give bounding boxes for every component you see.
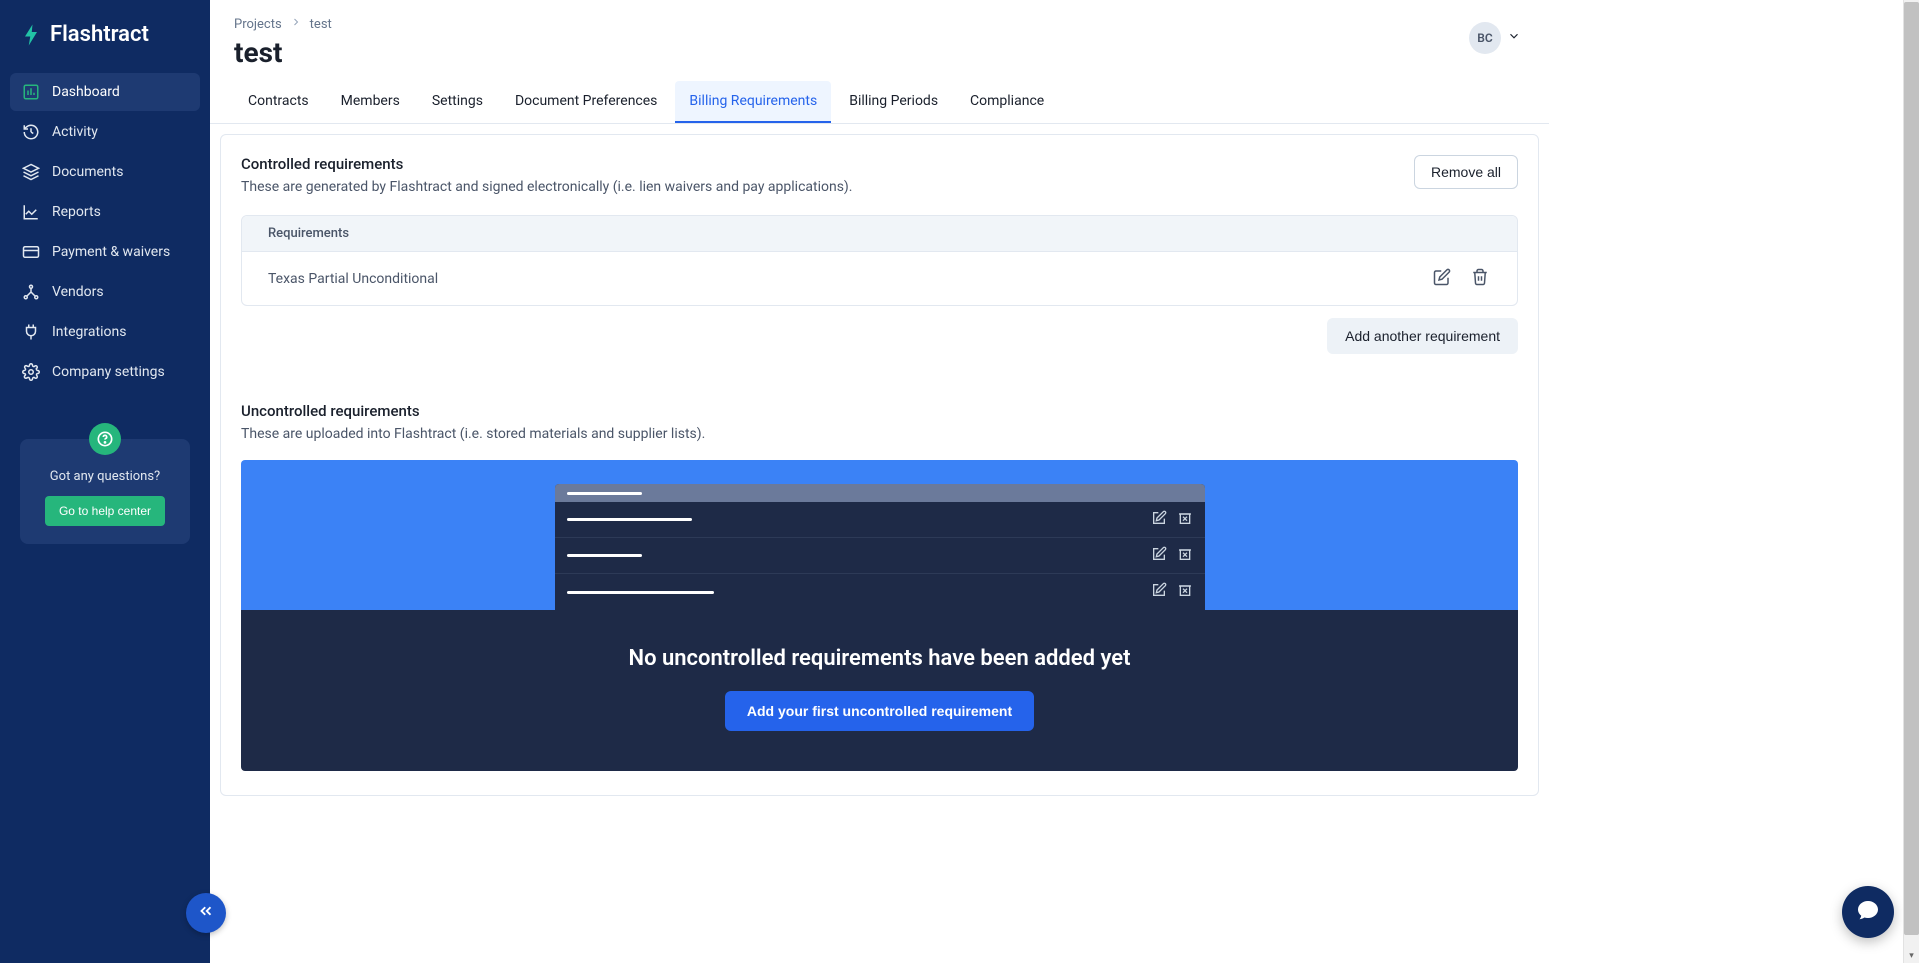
controlled-table: Requirements Texas Partial Unconditional xyxy=(241,215,1518,306)
collapse-sidebar-button[interactable] xyxy=(186,893,226,933)
nav-payment-waivers[interactable]: Payment & waivers xyxy=(10,233,200,271)
nav-activity[interactable]: Activity xyxy=(10,113,200,151)
delete-icon xyxy=(1177,510,1193,530)
empty-state-illustration xyxy=(241,460,1518,610)
nav-label: Integrations xyxy=(52,324,126,340)
page-title: test xyxy=(234,36,332,69)
edit-icon xyxy=(1433,274,1451,289)
controlled-desc: These are generated by Flashtract and si… xyxy=(241,179,853,195)
add-first-uncontrolled-button[interactable]: Add your first uncontrolled requirement xyxy=(725,691,1034,731)
edit-requirement-button[interactable] xyxy=(1431,266,1453,291)
logo-text: Flashtract xyxy=(50,22,149,47)
empty-state-title: No uncontrolled requirements have been a… xyxy=(261,646,1498,671)
nav-documents[interactable]: Documents xyxy=(10,153,200,191)
breadcrumb: Projects test xyxy=(234,16,332,32)
bar-chart-icon xyxy=(22,83,40,101)
scrollbar-thumb[interactable] xyxy=(1904,2,1919,935)
help-question-text: Got any questions? xyxy=(36,469,174,484)
nav-reports[interactable]: Reports xyxy=(10,193,200,231)
credit-card-icon xyxy=(22,243,40,261)
tab-billing-requirements[interactable]: Billing Requirements xyxy=(675,81,831,123)
logo-icon xyxy=(22,26,40,44)
tab-members[interactable]: Members xyxy=(327,81,414,123)
breadcrumb-current: test xyxy=(310,17,332,32)
sidebar: Flashtract Dashboard Activity Documents xyxy=(0,0,210,963)
main-content: Projects test test BC Contracts Members … xyxy=(210,0,1549,963)
nav-label: Payment & waivers xyxy=(52,244,170,260)
scroll-down-arrow-icon[interactable]: ▾ xyxy=(1904,951,1919,961)
chevron-down-icon xyxy=(1507,29,1521,47)
nav-label: Activity xyxy=(52,124,98,140)
layers-icon xyxy=(22,163,40,181)
nav-label: Documents xyxy=(52,164,123,180)
remove-all-button[interactable]: Remove all xyxy=(1414,155,1518,189)
edit-icon xyxy=(1151,582,1167,602)
delete-icon xyxy=(1177,582,1193,602)
nav-vendors[interactable]: Vendors xyxy=(10,273,200,311)
history-icon xyxy=(22,123,40,141)
breadcrumb-projects[interactable]: Projects xyxy=(234,17,282,32)
gear-icon xyxy=(22,363,40,381)
help-icon xyxy=(89,423,121,455)
logo[interactable]: Flashtract xyxy=(0,0,210,65)
tab-contracts[interactable]: Contracts xyxy=(234,81,323,123)
table-row: Texas Partial Unconditional xyxy=(242,251,1517,305)
nav: Dashboard Activity Documents Reports xyxy=(0,65,210,399)
tab-settings[interactable]: Settings xyxy=(418,81,497,123)
chevrons-left-icon xyxy=(197,902,215,924)
browser-scrollbar[interactable]: ▾ xyxy=(1903,0,1919,963)
chevron-right-icon xyxy=(290,16,302,32)
uncontrolled-desc: These are uploaded into Flashtract (i.e.… xyxy=(241,426,1518,442)
requirement-name: Texas Partial Unconditional xyxy=(268,271,438,287)
nav-label: Company settings xyxy=(52,364,165,380)
chat-fab[interactable] xyxy=(1842,886,1894,938)
help-center-button[interactable]: Go to help center xyxy=(45,496,165,526)
edit-icon xyxy=(1151,510,1167,530)
edit-icon xyxy=(1151,546,1167,566)
nav-label: Dashboard xyxy=(52,84,120,100)
nav-label: Reports xyxy=(52,204,101,220)
add-another-requirement-button[interactable]: Add another requirement xyxy=(1327,318,1518,354)
requirements-card: Controlled requirements These are genera… xyxy=(220,134,1539,796)
nav-integrations[interactable]: Integrations xyxy=(10,313,200,351)
delete-requirement-button[interactable] xyxy=(1469,266,1491,291)
delete-icon xyxy=(1177,546,1193,566)
controlled-table-header: Requirements xyxy=(242,216,1517,251)
avatar: BC xyxy=(1469,22,1501,54)
tabs: Contracts Members Settings Document Pref… xyxy=(210,81,1549,124)
trash-icon xyxy=(1471,274,1489,289)
topbar: Projects test test BC xyxy=(210,0,1549,69)
help-card: Got any questions? Go to help center xyxy=(20,439,190,544)
nav-label: Vendors xyxy=(52,284,104,300)
chat-icon xyxy=(1856,898,1880,926)
tab-compliance[interactable]: Compliance xyxy=(956,81,1058,123)
controlled-title: Controlled requirements xyxy=(241,155,853,173)
uncontrolled-title: Uncontrolled requirements xyxy=(241,402,1518,420)
tab-document-preferences[interactable]: Document Preferences xyxy=(501,81,671,123)
user-menu[interactable]: BC xyxy=(1469,22,1521,54)
line-chart-icon xyxy=(22,203,40,221)
nav-company-settings[interactable]: Company settings xyxy=(10,353,200,391)
uncontrolled-empty-state: No uncontrolled requirements have been a… xyxy=(241,460,1518,771)
nav-dashboard[interactable]: Dashboard xyxy=(10,73,200,111)
tab-billing-periods[interactable]: Billing Periods xyxy=(835,81,952,123)
network-icon xyxy=(22,283,40,301)
plug-icon xyxy=(22,323,40,341)
